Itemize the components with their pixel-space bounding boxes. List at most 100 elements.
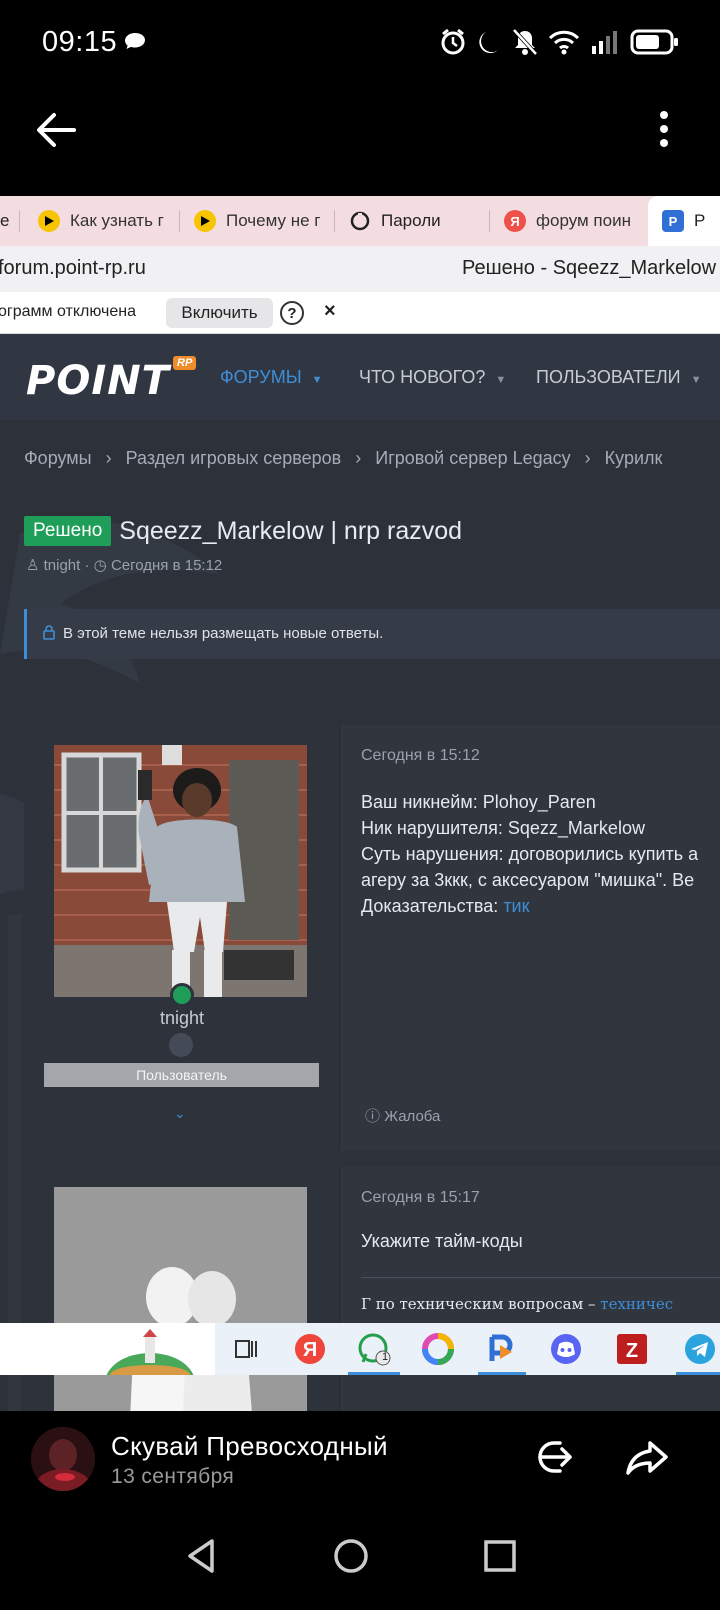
- key-icon: [349, 210, 371, 232]
- post-username[interactable]: tnight: [24, 1008, 340, 1029]
- svg-text:Я: Я: [303, 1339, 317, 1361]
- thread-title: Sqeezz_Markelow | nrp razvod: [119, 516, 463, 545]
- photos-icon[interactable]: [420, 1331, 456, 1367]
- browser-tab[interactable]: Я форум поин: [490, 196, 645, 246]
- user-icon: ♙: [26, 557, 40, 574]
- locked-notice: В этой теме нельзя размещать новые ответ…: [24, 609, 720, 659]
- mute-icon: [512, 28, 538, 56]
- battery-icon: [630, 29, 678, 55]
- point-icon[interactable]: [484, 1331, 520, 1367]
- chevron-down-icon: ▼: [311, 374, 323, 386]
- yandex-zen-icon: [194, 210, 216, 232]
- browser-tab-active[interactable]: P P: [648, 196, 720, 246]
- clock-icon: ◷: [93, 557, 107, 574]
- point-icon: P: [662, 210, 684, 232]
- browser-tab[interactable]: е: [0, 196, 20, 246]
- share-icon[interactable]: [624, 1433, 672, 1481]
- chevron-right-icon: ›: [584, 448, 591, 468]
- forum-page: POINT RP ФОРУМЫ ▼ ЧТО НОВОГО? ▼ ПОЛЬЗОВАТЕ…: [0, 334, 720, 1411]
- nav-users[interactable]: ПОЛЬЗОВАТЕЛИ ▼: [536, 367, 701, 388]
- chevron-down-icon: ▼: [495, 374, 507, 386]
- solved-badge: Решено: [24, 516, 112, 546]
- notification-count: 1: [382, 1351, 389, 1363]
- signature-line: Г по техническим вопросам – техничес: [361, 1295, 673, 1313]
- task-view-icon[interactable]: [228, 1331, 264, 1367]
- thread-author[interactable]: tnight: [44, 557, 81, 574]
- avatar[interactable]: [54, 1187, 307, 1411]
- active-indicator: [478, 1372, 526, 1375]
- logo-badge: RP: [173, 356, 197, 370]
- chat-bubble-icon: [125, 33, 145, 49]
- arrow-left-icon[interactable]: [34, 108, 78, 152]
- sender-bar: Скувай Превосходный 13 сентября: [0, 1411, 720, 1508]
- breadcrumb-item[interactable]: Курилк: [605, 448, 663, 468]
- taskbar: Я 1 Z: [0, 1323, 720, 1411]
- post-date[interactable]: Сегодня в 15:12: [361, 747, 480, 765]
- user-badge-icon: [169, 1033, 193, 1057]
- report-label: Жалоба: [384, 1108, 441, 1125]
- site-header: POINT RP ФОРУМЫ ▼ ЧТО НОВОГО? ▼ ПОЛЬЗОВАТЕ…: [0, 334, 720, 420]
- enable-button[interactable]: Включить: [166, 298, 273, 328]
- url-text: forum.point-rp.ru: [0, 257, 146, 279]
- nav-label: ФОРУМЫ: [220, 367, 302, 387]
- post-line: Ник нарушителя: Sqezz_Markelow: [361, 818, 645, 838]
- breadcrumb-item[interactable]: Форумы: [24, 448, 92, 468]
- signal-icon: [592, 31, 617, 54]
- close-icon[interactable]: ×: [324, 300, 336, 323]
- whatsapp-icon[interactable]: 1: [356, 1331, 392, 1367]
- info-message: ограмм отключена: [0, 303, 136, 320]
- moon-icon: [479, 32, 498, 54]
- yandex-zen-icon: [38, 210, 60, 232]
- alarm-icon: [441, 28, 465, 55]
- thread-date[interactable]: Сегодня в 15:12: [111, 557, 222, 574]
- nav-label: ЧТО НОВОГО?: [359, 367, 486, 387]
- system-nav-bar: [0, 1508, 720, 1610]
- wifi-icon: [548, 30, 580, 55]
- chevron-down-icon[interactable]: ⌄: [174, 1105, 186, 1122]
- nav-forums[interactable]: ФОРУМЫ ▼: [220, 367, 323, 388]
- post-body: Укажите тайм-коды: [361, 1231, 523, 1251]
- post-line: Суть нарушения: договорились купить а: [361, 844, 699, 864]
- post-content: Сегодня в 15:12 Ваш никнейм: Plohoy_Pare…: [341, 725, 720, 1151]
- recents-square-icon[interactable]: [480, 1536, 520, 1576]
- post-date[interactable]: Сегодня в 15:17: [361, 1189, 480, 1207]
- signature-text: Г по техническим вопросам –: [361, 1295, 601, 1313]
- help-icon[interactable]: ?: [280, 301, 304, 325]
- nav-label: ПОЛЬЗОВАТЕЛИ: [536, 367, 681, 387]
- report-link[interactable]: ⓘ Жалоба: [365, 1105, 440, 1126]
- avatar[interactable]: [54, 745, 307, 997]
- tab-label: форум поин: [536, 211, 631, 230]
- breadcrumb-item[interactable]: Игровой сервер Legacy: [375, 448, 570, 468]
- breadcrumb: Форумы › Раздел игровых серверов › Игровой с…: [24, 448, 662, 469]
- nav-whats-new[interactable]: ЧТО НОВОГО? ▼: [359, 367, 506, 388]
- evidence-link[interactable]: тик: [503, 896, 529, 916]
- page-title-text: Решено - Sqeezz_Markelow: [462, 257, 717, 279]
- post-line: агеру за 3ккк, с аксесуаром "мишка". Ве: [361, 870, 695, 890]
- browser-tab[interactable]: Почему не г: [180, 196, 335, 246]
- site-logo[interactable]: POINT: [26, 358, 170, 404]
- chevron-right-icon: ›: [105, 448, 112, 468]
- active-indicator: [676, 1372, 720, 1375]
- post-body: Ваш никнейм: Plohoy_Paren Ник нарушителя…: [361, 789, 698, 919]
- online-status-icon: [170, 983, 194, 1007]
- status-bar: 09:15: [0, 0, 720, 86]
- browser-tab[interactable]: Пароли: [335, 196, 490, 246]
- yandex-icon[interactable]: Я: [292, 1331, 328, 1367]
- more-vertical-icon[interactable]: [652, 108, 676, 152]
- open-in-chat-icon[interactable]: [530, 1433, 578, 1481]
- avatar[interactable]: [31, 1427, 95, 1491]
- address-bar[interactable]: forum.point-rp.ru Решено - Sqeezz_Markel…: [0, 246, 720, 292]
- discord-icon[interactable]: [548, 1331, 584, 1367]
- telegram-icon[interactable]: [682, 1331, 718, 1367]
- clock: 09:15: [42, 26, 118, 58]
- tab-label: P: [694, 211, 706, 230]
- browser-tab[interactable]: Как узнать г: [24, 196, 180, 246]
- browser-tab-strip: е Как узнать г Почему не г Пароли Я фору…: [0, 196, 720, 246]
- filezilla-icon[interactable]: Z: [614, 1331, 650, 1367]
- tab-label: Пароли: [381, 211, 441, 230]
- breadcrumb-item[interactable]: Раздел игровых серверов: [126, 448, 342, 468]
- signature-link[interactable]: техничес: [600, 1295, 673, 1313]
- back-triangle-icon[interactable]: [182, 1536, 222, 1576]
- home-circle-icon[interactable]: [331, 1536, 371, 1576]
- active-indicator: [348, 1372, 400, 1375]
